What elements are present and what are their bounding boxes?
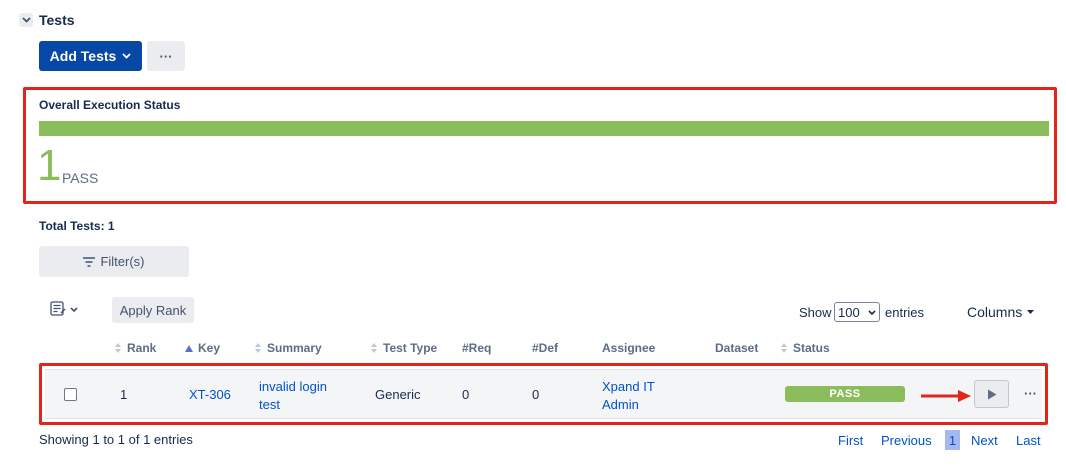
sort-icon [115, 343, 122, 353]
section-collapse-toggle[interactable] [19, 13, 33, 27]
column-header-test-type[interactable]: Test Type [371, 341, 437, 355]
execution-status-title: Overall Execution Status [39, 98, 181, 112]
more-actions-button[interactable]: ··· [147, 41, 185, 71]
chevron-down-icon [868, 309, 876, 315]
annotation-arrow-icon [921, 390, 971, 402]
execution-status-bar [39, 121, 1049, 136]
columns-label: Columns [967, 304, 1023, 320]
row-more-actions-button[interactable]: ··· [1024, 386, 1037, 401]
columns-button[interactable]: Columns [967, 304, 1035, 320]
sort-icon [371, 343, 378, 353]
pagination-current-page[interactable]: 1 [945, 430, 960, 450]
apply-rank-label: Apply Rank [119, 302, 187, 318]
summary-line: test [259, 397, 280, 412]
filter-button[interactable]: Filter(s) [39, 246, 189, 277]
header-label: #Req [462, 341, 492, 355]
header-label: Assignee [602, 341, 656, 355]
assignee-line: Xpand IT [602, 379, 655, 394]
entries-label: entries [885, 305, 925, 320]
header-label: Dataset [715, 341, 759, 355]
summary-line: invalid login [259, 379, 327, 394]
add-tests-label: Add Tests [49, 48, 117, 64]
column-header-assignee[interactable]: Assignee [602, 341, 655, 355]
run-test-button[interactable] [974, 380, 1009, 408]
page-size-value: 100 [838, 304, 860, 320]
row-test-type: Generic [375, 387, 421, 402]
apply-rank-button[interactable]: Apply Rank [112, 297, 194, 323]
row-assignee-link[interactable]: Xpand IT Admin [602, 378, 655, 414]
row-key-link[interactable]: XT-306 [189, 387, 231, 402]
sort-ascending-icon [185, 344, 193, 352]
header-label: Test Type [383, 341, 438, 355]
header-label: Status [793, 341, 830, 355]
header-label: Key [198, 341, 221, 355]
row-summary-link[interactable]: invalid login test [259, 378, 327, 414]
column-header-summary[interactable]: Summary [255, 341, 322, 355]
column-header-rank[interactable]: Rank [115, 341, 156, 355]
column-header-key[interactable]: Key [185, 341, 220, 355]
column-header-dataset[interactable]: Dataset [715, 341, 758, 355]
rank-menu-button[interactable] [50, 300, 82, 318]
status-badge: PASS [785, 386, 905, 402]
rank-list-icon [50, 301, 66, 316]
filter-icon [83, 256, 96, 267]
pagination-next[interactable]: Next [971, 433, 998, 448]
filter-label: Filter(s) [100, 254, 145, 269]
column-header-status[interactable]: Status [781, 341, 830, 355]
pagination-first[interactable]: First [838, 433, 863, 448]
pass-count: 1 [37, 141, 62, 190]
add-tests-button[interactable]: Add Tests [39, 41, 142, 71]
pagination-previous[interactable]: Previous [881, 433, 932, 448]
row-rank: 1 [120, 387, 128, 402]
total-tests: Total Tests: 1 [39, 219, 115, 233]
sort-icon [781, 343, 788, 353]
play-icon [987, 389, 996, 399]
row-select-checkbox[interactable] [64, 388, 77, 401]
caret-down-icon [1027, 310, 1035, 314]
entries-summary: Showing 1 to 1 of 1 entries [39, 432, 193, 447]
header-label: Rank [127, 341, 157, 355]
more-actions-label: ··· [159, 48, 173, 64]
row-def-count: 0 [532, 387, 540, 402]
pagination-last[interactable]: Last [1016, 433, 1041, 448]
assignee-line: Admin [602, 397, 639, 412]
header-label: #Def [532, 341, 559, 355]
show-label: Show [799, 305, 832, 320]
chevron-down-icon [122, 53, 131, 59]
chevron-down-icon [21, 17, 31, 23]
sort-icon [255, 343, 262, 353]
header-label: Summary [267, 341, 322, 355]
column-header-req[interactable]: #Req [462, 341, 491, 355]
chevron-down-icon [70, 306, 78, 312]
pass-label: PASS [62, 170, 99, 186]
section-title: Tests [39, 12, 75, 28]
page-size-select[interactable]: 100 [834, 302, 880, 322]
column-header-def[interactable]: #Def [532, 341, 558, 355]
row-req-count: 0 [462, 387, 470, 402]
